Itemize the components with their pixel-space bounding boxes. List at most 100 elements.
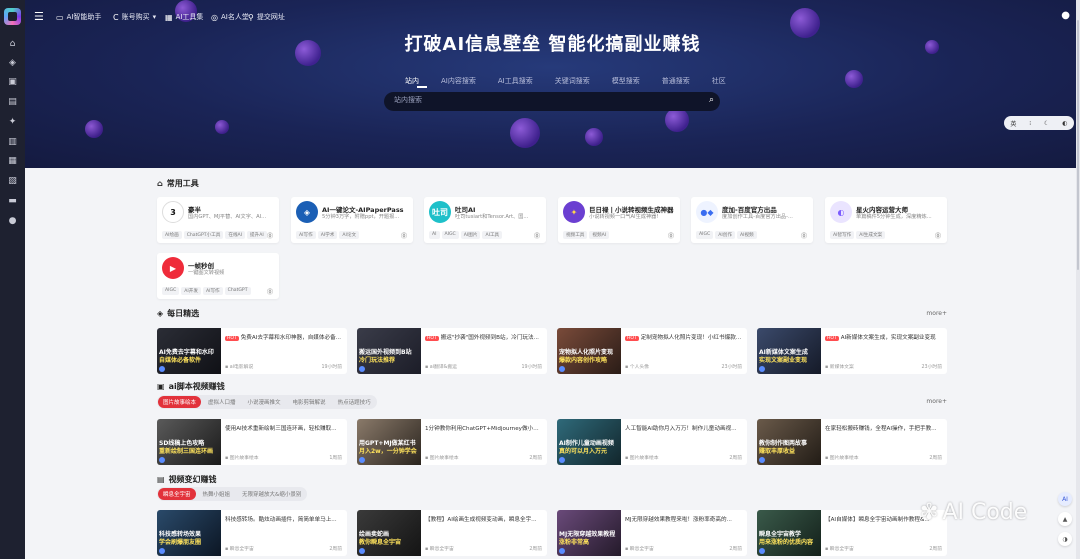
tool-card[interactable]: ●◆ 度加-百度官方出品 度加创作工具-百度官方出品-... AIGC AI创作 AI视频… <box>691 197 813 243</box>
tool-tag[interactable]: AI论文 <box>339 231 360 239</box>
post-card[interactable]: 宠物拟人化照片变现 爆款内容创作攻略 HOT 定制宠物拟人化照片变现！小红书爆款...… <box>557 328 747 374</box>
post-card[interactable]: 教你制作图两故事 赚取丰厚收益 在家轻松搬砖赚钱，全程AI操作，手把手教... ▪ 图… <box>757 419 947 465</box>
tab-keyword[interactable]: 关键词搜索 <box>555 76 590 86</box>
tool-card[interactable]: ◐ 星火内容运营大师 单篇稿件5分钟生成，深度精炼... AI智写作 AI生成文案 ⓪ <box>825 197 947 243</box>
file-icon[interactable]: ▦ <box>6 155 19 168</box>
post-category[interactable]: ▪ 图片故事绘本 <box>425 454 459 461</box>
post-card[interactable]: 绘画卖蛇画 教你瞬息全宇宙 【教程】AI绘画生成视频变动画，瞬息全宇... ▪ 瞬息全… <box>357 510 547 556</box>
nav-item-ai-hall[interactable]: ◎ AI名人堂 <box>211 12 249 22</box>
post-category[interactable]: ▪ 瞬息全宇宙 <box>825 545 854 552</box>
video-category-pill[interactable]: 虚拟人口播 <box>203 396 241 408</box>
change-category-pill[interactable]: 无限穿越放大&缩小景别 <box>237 488 306 500</box>
post-category[interactable]: ▪ 新媒体文案 <box>825 363 854 370</box>
daily-more-link[interactable]: more+ <box>926 310 947 317</box>
tool-card[interactable]: ◈ AI一键论文-AIPaperPass 5分钟3万字，附赠ppt，开题报... AI… <box>291 197 413 243</box>
tool-tag[interactable]: AIGC <box>162 287 180 295</box>
tab-normal[interactable]: 普通搜索 <box>662 76 690 86</box>
post-title[interactable]: 1分钟教你利用ChatGPT+Midjourney做小红... <box>425 424 543 432</box>
tool-tag[interactable]: AI视频 <box>736 231 757 239</box>
info-icon[interactable]: ⓪ <box>534 231 540 240</box>
layers-icon[interactable]: ◈ <box>6 57 19 70</box>
home-icon[interactable]: ⌂ <box>6 38 19 51</box>
post-card[interactable]: AI新媒体文案生成 实现文案副业变现 HOT AI新媒体文案生成，实现文案副业变现 ▪ … <box>757 328 947 374</box>
tool-card[interactable]: ▶ 一帧秒创 一键图文转视频 AIGC AI开发 AI写作 ChatGPT ⓪ <box>157 253 279 299</box>
tool-tag[interactable]: ChatGPT小工具 <box>183 231 224 239</box>
menu-icon[interactable]: ☰ <box>34 10 46 23</box>
post-card[interactable]: MJ无限穿越效果教程 涨粉非常高 MJ无限穿越效果教程来啦！涨粉率奇高的... ▪ 瞬… <box>557 510 747 556</box>
tab-ai-tools[interactable]: AI工具搜索 <box>498 76 533 86</box>
tab-community[interactable]: 社区 <box>712 76 726 86</box>
post-card[interactable]: 搬运国外视频到B站 冷门玩法推荐 HOT 搬运"抄袭"国外视频到B站，冷门玩法... ▪… <box>357 328 547 374</box>
post-category[interactable]: ▪ ai电影解说 <box>225 363 253 370</box>
post-title[interactable]: 科技感转场。酷炫动画插件，简简单单马上... <box>225 515 343 523</box>
dark-mode-icon[interactable]: ☾ <box>1044 120 1049 127</box>
search-input[interactable] <box>394 96 694 104</box>
user-icon[interactable]: ● <box>6 215 19 228</box>
video-more-link[interactable]: more+ <box>926 398 947 405</box>
info-icon[interactable]: ⓪ <box>935 231 941 240</box>
post-thumbnail[interactable]: 宠物拟人化照片变现 爆款内容创作攻略 <box>557 328 621 374</box>
nav-item-ai-tools[interactable]: ▦ AI工具集 <box>165 12 203 22</box>
tool-tag[interactable]: AI图片 <box>460 231 481 239</box>
post-category[interactable]: ▪ 瞬息全宇宙 <box>625 545 654 552</box>
info-icon[interactable]: ⓪ <box>668 231 674 240</box>
tool-tag[interactable]: AI <box>429 231 440 239</box>
post-title[interactable]: 使用AI技术重新绘制三国连环画，轻松赚取... <box>225 424 343 432</box>
tool-card[interactable]: ✦ 巨日禄丨小说转视频生成神器 小说转视频一口气AI生成神器! 视频工具 视频AI ⓪ <box>558 197 680 243</box>
terminal-icon[interactable]: ▣ <box>6 76 19 89</box>
tool-tag[interactable]: AIGC <box>696 231 714 239</box>
post-thumbnail[interactable]: AI免费去字幕和水印 自媒体必备软件 <box>157 328 221 374</box>
ai-chat-button[interactable]: AI <box>1058 492 1072 506</box>
page-scrollbar[interactable] <box>1076 0 1080 559</box>
back-to-top-icon[interactable]: ▲ <box>1058 512 1072 526</box>
post-category[interactable]: ▪ 图片故事绘本 <box>825 454 859 461</box>
tool-tag[interactable]: AIGC <box>441 231 459 239</box>
tool-card[interactable]: 3 豪半 国内GPT、MJ平替、AI文字、AI... AI绘画 ChatGPT小工具 在线… <box>157 197 279 243</box>
tool-tag[interactable]: 提升AI <box>247 231 267 239</box>
video-category-pill[interactable]: 图片故事绘本 <box>158 396 202 408</box>
post-title[interactable]: 人工智能AI助你月入万万！制作儿童动画视... <box>625 424 743 432</box>
tab-onsite[interactable]: 站内 <box>405 76 419 86</box>
post-title[interactable]: HOT 定制宠物拟人化照片变现！小红书爆款... <box>625 333 743 341</box>
video-category-pill[interactable]: 小说漫画推文 <box>243 396 286 408</box>
post-title[interactable]: 【教程】AI绘画生成视频变动画，瞬息全宇... <box>425 515 543 523</box>
post-card[interactable]: AI免费去字幕和水印 自媒体必备软件 HOT 免费AI去字幕和水印神器，自媒体必备..… <box>157 328 347 374</box>
post-title[interactable]: HOT 免费AI去字幕和水印神器，自媒体必备... <box>225 333 343 341</box>
tool-tag[interactable]: 在线AI <box>225 231 246 239</box>
tool-tag[interactable]: 视频工具 <box>563 231 588 239</box>
video-category-pill[interactable]: 热点话题技巧 <box>333 396 376 408</box>
post-thumbnail[interactable]: 瞬息全宇宙教学 用来涨粉的优质内容 <box>757 510 821 556</box>
tool-card[interactable]: 吐司 吐司AI 吐司tusiart和Tensor.Art、国... AI AIGC AI图… <box>424 197 546 243</box>
post-category[interactable]: ▪ 图片故事绘本 <box>625 454 659 461</box>
briefcase-icon[interactable]: ▬ <box>6 195 19 208</box>
change-category-pill[interactable]: 热舞小姐姐 <box>198 488 236 500</box>
post-card[interactable]: AI制作儿童动画视频 真的可以月入万元 人工智能AI助你月入万万！制作儿童动画视..… <box>557 419 747 465</box>
post-title[interactable]: HOT AI新媒体文案生成，实现文案副业变现 <box>825 333 943 341</box>
tool-tag[interactable]: AI学术 <box>317 231 338 239</box>
map-icon[interactable]: ▤ <box>6 96 19 109</box>
post-thumbnail[interactable]: 科技感转场效果 学会刷爆朋友圈 <box>157 510 221 556</box>
post-thumbnail[interactable]: 教你制作图两故事 赚取丰厚收益 <box>757 419 821 465</box>
post-category[interactable]: ▪ 瞬息全宇宙 <box>425 545 454 552</box>
post-card[interactable]: SD线稿上色攻略 重新绘制三国连环画 使用AI技术重新绘制三国连环画，轻松赚取...… <box>157 419 347 465</box>
tool-tag[interactable]: AI智写作 <box>830 231 855 239</box>
tool-tag[interactable]: AI绘画 <box>162 231 182 239</box>
post-thumbnail[interactable]: 搬运国外视频到B站 冷门玩法推荐 <box>357 328 421 374</box>
user-profile-icon[interactable]: ● <box>1061 10 1070 21</box>
post-thumbnail[interactable]: 用GPT+MJ做某红书 月入2w，一分钟学会 <box>357 419 421 465</box>
info-icon[interactable]: ⓪ <box>401 231 407 240</box>
tool-tag[interactable]: AI写作 <box>296 231 316 239</box>
video-category-pill[interactable]: 电影剪辑解说 <box>288 396 331 408</box>
tool-tag[interactable]: AI开发 <box>181 287 201 295</box>
search-icon[interactable]: ⌕ <box>709 95 714 105</box>
post-card[interactable]: 瞬息全宇宙教学 用来涨粉的优质内容 【AI自媒体】瞬息全宇宙动画制作教程&... ▪ … <box>757 510 947 556</box>
tab-ai-content[interactable]: AI内容搜索 <box>441 76 476 86</box>
nav-item-ai-assistant[interactable]: ▭ AI智能助手 <box>56 12 101 22</box>
post-title[interactable]: MJ无限穿越效果教程来啦！涨粉率奇高的... <box>625 515 743 523</box>
tool-tag[interactable]: ChatGPT <box>224 287 251 295</box>
tab-model[interactable]: 模型搜索 <box>612 76 640 86</box>
tool-tag[interactable]: AI生成文案 <box>856 231 886 239</box>
contrast-icon[interactable]: ◐ <box>1062 120 1067 127</box>
change-category-pill[interactable]: 瞬息全宇宙 <box>158 488 196 500</box>
tool-tag[interactable]: AI工具 <box>482 231 503 239</box>
